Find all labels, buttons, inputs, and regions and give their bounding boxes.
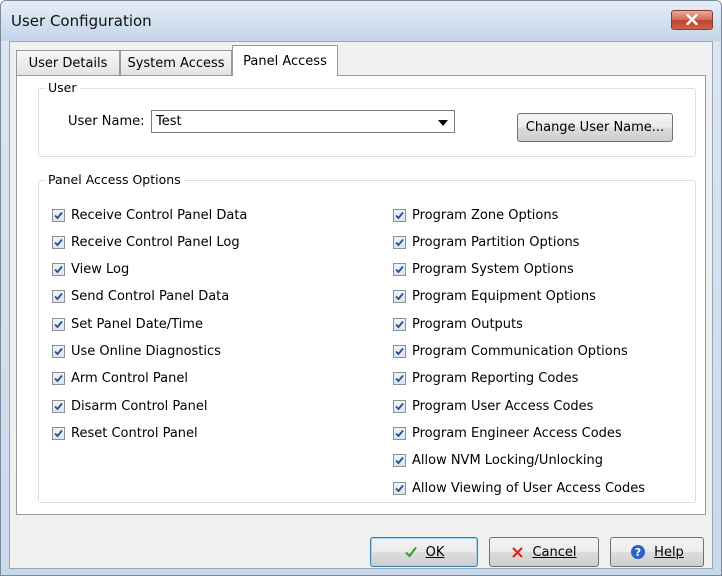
checkbox-box[interactable] (393, 290, 406, 304)
panel-access-checkbox[interactable]: Program Communication Options (393, 343, 628, 361)
checkbox-label: Allow NVM Locking/Unlocking (412, 453, 604, 469)
panel-access-checkbox[interactable]: View Log (52, 261, 129, 279)
checkbox-box[interactable] (393, 208, 406, 222)
panel-access-checkbox[interactable]: Program User Access Codes (393, 397, 593, 415)
help-icon: ? (630, 544, 646, 560)
checkbox-label: Program Communication Options (412, 344, 628, 359)
tab-label: System Access (127, 55, 225, 71)
checkbox-label: View Log (71, 262, 130, 278)
checkbox-box[interactable] (52, 426, 65, 440)
panel-access-checkbox[interactable]: Allow NVM Locking/Unlocking (393, 452, 603, 470)
checkbox-label: Program User Access Codes (412, 398, 594, 414)
panel-access-tab-panel: User User Name: Test Change User Name...… (16, 75, 706, 515)
checkbox-label: Send Control Panel Data (71, 289, 230, 305)
tab-label: User Details (28, 55, 108, 71)
user-name-value: Test (156, 114, 182, 129)
checkbox-label: Program Engineer Access Codes (412, 425, 622, 441)
panel-access-checkbox[interactable]: Program Engineer Access Codes (393, 424, 622, 442)
checkbox-label: Receive Control Panel Log (71, 234, 240, 250)
user-group-title: User (45, 80, 80, 95)
user-groupbox: User User Name: Test Change User Name... (38, 80, 696, 157)
panel-access-checkbox[interactable]: Set Panel Date/Time (52, 315, 203, 333)
checkbox-box[interactable] (52, 290, 65, 304)
dialog-client-area: User Details System Access Panel Access … (9, 41, 713, 569)
ok-button[interactable]: OK (370, 537, 478, 567)
panel-access-checkbox[interactable]: Program Equipment Options (393, 288, 596, 306)
checkbox-box[interactable] (393, 426, 406, 440)
cancel-label: Cancel (532, 544, 577, 560)
checkbox-label: Program Reporting Codes (412, 371, 579, 387)
change-user-name-label: Change User Name... (525, 120, 665, 135)
panel-access-checkbox[interactable]: Reset Control Panel (52, 424, 198, 442)
panel-access-checkbox[interactable]: Program Zone Options (393, 206, 558, 224)
help-label: Help (654, 544, 684, 560)
close-button[interactable] (671, 10, 713, 30)
panel-access-checkbox[interactable]: Program System Options (393, 261, 574, 279)
tab-label: Panel Access (243, 53, 327, 69)
title-bar[interactable]: User Configuration (1, 1, 721, 41)
checkbox-box[interactable] (52, 317, 65, 331)
cancel-button[interactable]: Cancel (489, 537, 599, 567)
user-name-label: User Name: (68, 114, 145, 129)
tab-panel-access[interactable]: Panel Access (232, 45, 338, 76)
checkmark-icon (404, 545, 418, 559)
checkbox-label: Program System Options (412, 262, 574, 278)
panel-access-options-title: Panel Access Options (45, 172, 184, 187)
checkbox-label: Disarm Control Panel (71, 398, 208, 414)
checkbox-label: Program Zone Options (412, 207, 559, 223)
checkbox-box[interactable] (393, 454, 406, 468)
tab-system-access[interactable]: System Access (120, 50, 232, 75)
checkbox-box[interactable] (393, 263, 406, 277)
chevron-down-icon[interactable] (438, 120, 448, 126)
checkbox-label: Use Online Diagnostics (71, 344, 221, 359)
panel-access-checkbox[interactable]: Receive Control Panel Log (52, 233, 240, 251)
panel-access-checkbox[interactable]: Program Reporting Codes (393, 370, 578, 388)
panel-access-checkbox[interactable]: Disarm Control Panel (52, 397, 207, 415)
checkbox-box[interactable] (393, 481, 406, 495)
checkbox-box[interactable] (393, 345, 406, 358)
close-icon (686, 13, 698, 28)
panel-access-checkbox[interactable]: Send Control Panel Data (52, 288, 229, 306)
checkbox-box[interactable] (52, 372, 65, 386)
checkbox-label: Set Panel Date/Time (71, 316, 203, 332)
user-configuration-dialog: User Configuration User Details System A… (0, 0, 722, 576)
panel-access-options-groupbox: Panel Access Options Receive Control Pan… (38, 172, 696, 503)
tab-user-details[interactable]: User Details (16, 50, 120, 75)
panel-access-checkbox[interactable]: Use Online Diagnostics (52, 343, 221, 361)
checkbox-label: Reset Control Panel (71, 425, 198, 441)
change-user-name-button[interactable]: Change User Name... (517, 113, 673, 142)
ok-label: OK (425, 544, 445, 560)
checkbox-box[interactable] (393, 235, 406, 249)
panel-access-checkbox[interactable]: Program Outputs (393, 315, 523, 333)
window-title: User Configuration (11, 12, 152, 30)
checkbox-label: Arm Control Panel (71, 371, 188, 387)
checkbox-box[interactable] (393, 317, 406, 331)
svg-text:?: ? (635, 546, 641, 559)
checkbox-box[interactable] (52, 208, 65, 222)
cancel-x-icon (511, 546, 524, 559)
checkbox-label: Program Outputs (412, 316, 523, 332)
panel-access-checkbox[interactable]: Receive Control Panel Data (52, 206, 247, 224)
panel-access-checkbox[interactable]: Arm Control Panel (52, 370, 188, 388)
checkbox-box[interactable] (393, 372, 406, 386)
panel-access-checkbox[interactable]: Allow Viewing of User Access Codes (393, 479, 645, 497)
checkbox-label: Program Equipment Options (412, 289, 596, 305)
help-button[interactable]: ? Help (610, 537, 704, 567)
checkbox-label: Receive Control Panel Data (71, 207, 248, 223)
checkbox-box[interactable] (52, 263, 65, 277)
checkbox-label: Program Partition Options (412, 234, 580, 250)
checkbox-box[interactable] (52, 235, 65, 249)
user-name-combobox[interactable]: Test (151, 110, 455, 133)
panel-access-checkbox[interactable]: Program Partition Options (393, 233, 579, 251)
checkbox-box[interactable] (52, 345, 65, 358)
checkbox-box[interactable] (393, 399, 406, 413)
checkbox-label: Allow Viewing of User Access Codes (412, 480, 646, 496)
checkbox-box[interactable] (52, 399, 65, 413)
